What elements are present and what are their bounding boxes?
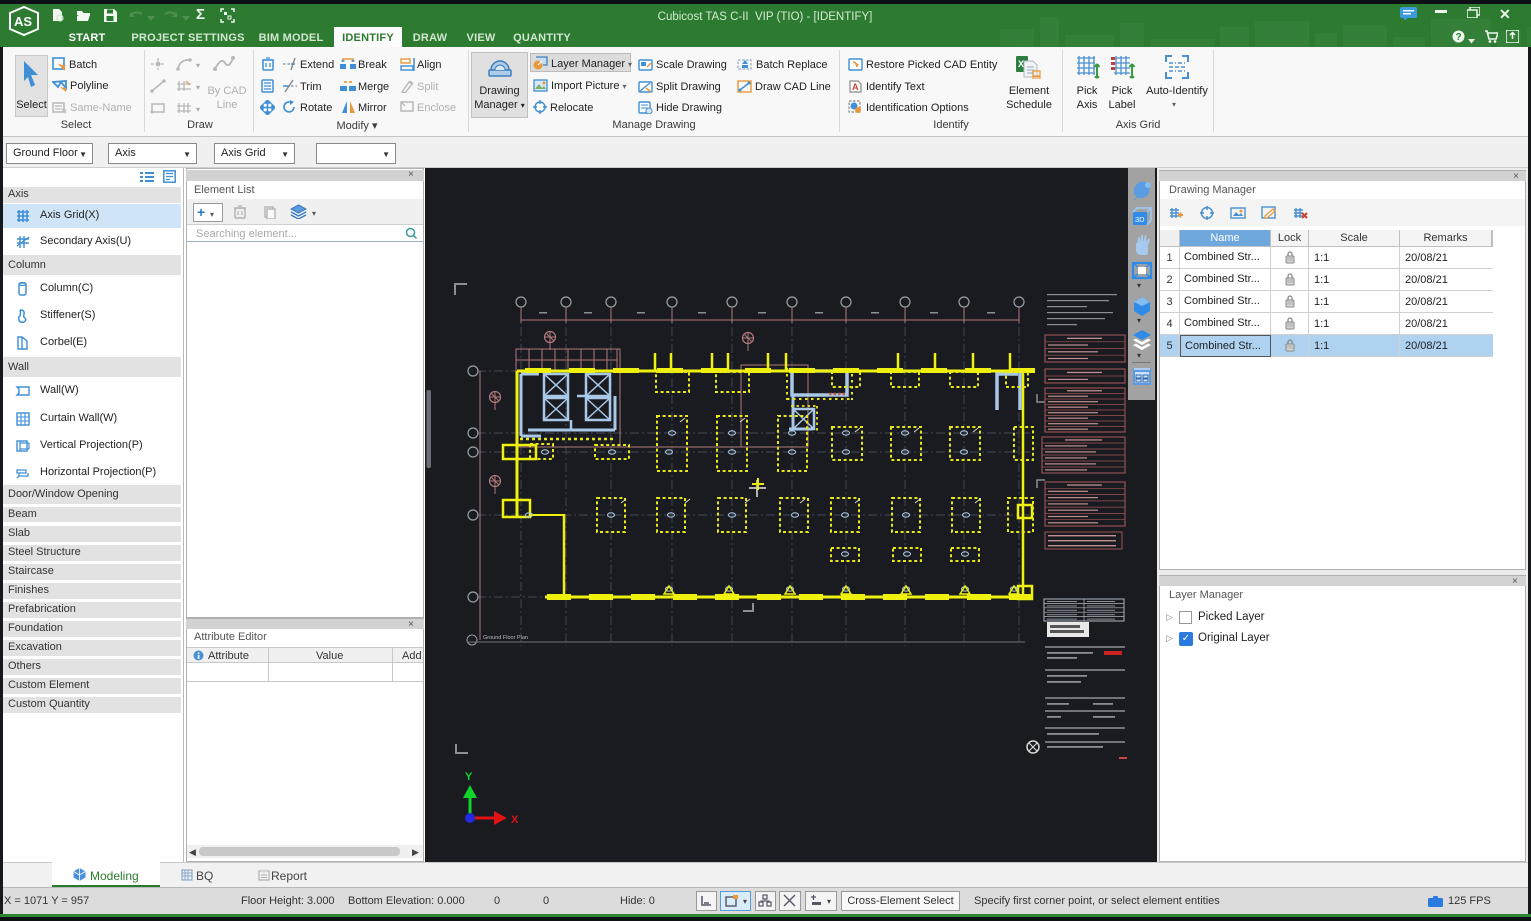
svg-text:AS: AS xyxy=(14,14,32,29)
svg-text:Ground Floor Plan: Ground Floor Plan xyxy=(483,635,528,641)
svg-text:Y: Y xyxy=(465,771,473,783)
svg-text:?: ? xyxy=(1456,32,1462,43)
svg-text:3D: 3D xyxy=(1135,215,1145,224)
svg-text:A: A xyxy=(852,82,859,92)
svg-text:X: X xyxy=(1018,59,1024,69)
svg-text:X: X xyxy=(511,814,519,826)
